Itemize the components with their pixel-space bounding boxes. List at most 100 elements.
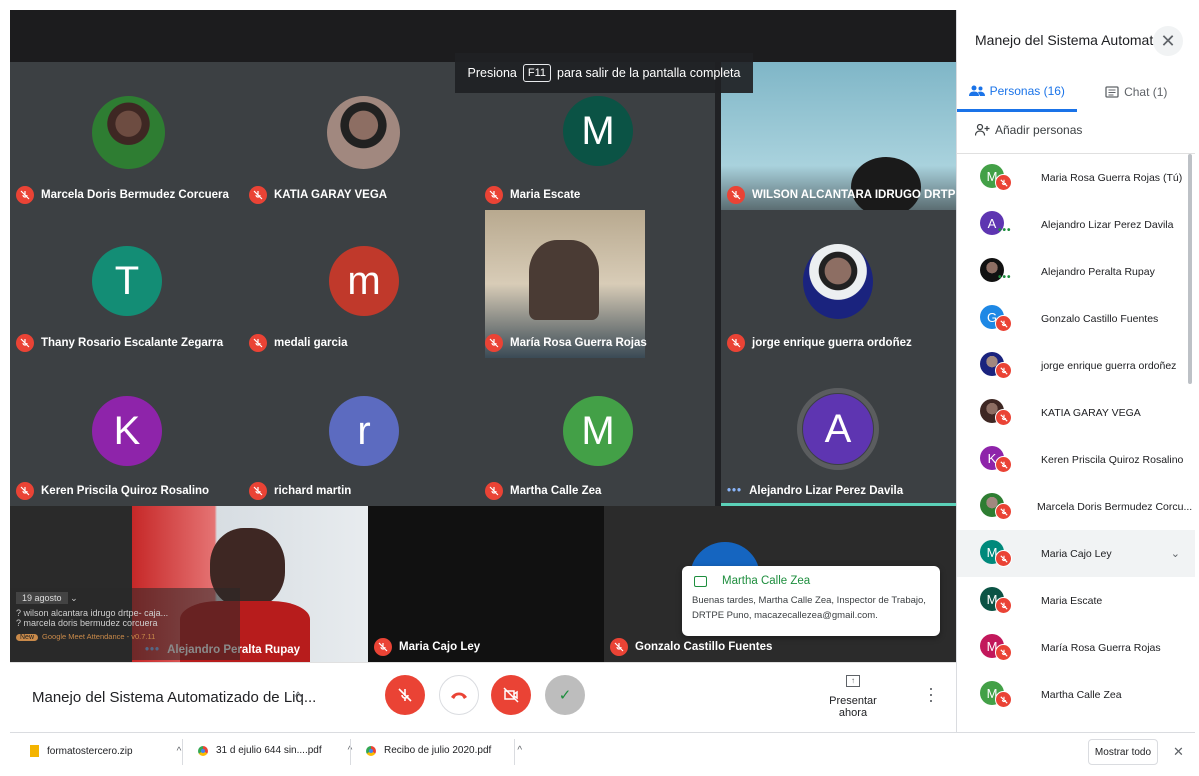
tab-chat[interactable]: Chat (1) xyxy=(1077,72,1196,112)
people-icon xyxy=(968,85,985,96)
tile-name: ••• Alejandro Lizar Perez Davila xyxy=(727,485,904,497)
mic-off-icon xyxy=(485,482,503,500)
zip-file-icon xyxy=(30,745,39,757)
mic-off-icon xyxy=(16,482,34,500)
chat-notification[interactable]: Martha Calle Zea Buenas tardes, Martha C… xyxy=(682,566,940,636)
mic-off-icon xyxy=(995,362,1012,379)
participant-tile[interactable]: Maria Cajo Ley xyxy=(368,506,604,662)
divider xyxy=(350,739,351,765)
mic-off-icon xyxy=(727,186,745,204)
participant-row[interactable]: K Keren Priscila Quiroz Rosalino xyxy=(957,436,1195,483)
participant-list: M Maria Rosa Guerra Rojas (Tú) A ••• Ale… xyxy=(957,154,1195,718)
mic-off-icon xyxy=(995,315,1012,332)
participant-name: Keren Priscila Quiroz Rosalino xyxy=(1041,453,1184,466)
participant-tile[interactable]: WILSON ALCANTARA IDRUGO DRTPE- CAJ... xyxy=(721,62,956,210)
participant-row[interactable]: Marcela Doris Bermudez Corcu... xyxy=(957,483,1195,530)
participant-row[interactable]: M María Rosa Guerra Rojas xyxy=(957,624,1195,671)
attendance-extension-button[interactable]: ✓ xyxy=(545,675,585,715)
tile-name: Gonzalo Castillo Fuentes xyxy=(610,638,772,656)
participant-name: Marcela Doris Bermudez Corcu... xyxy=(1037,500,1193,513)
leave-call-button[interactable] xyxy=(439,675,479,715)
participant-tile[interactable]: A ••• Alejandro Lizar Perez Davila xyxy=(721,358,956,506)
tile-name: medali garcia xyxy=(249,334,348,352)
camera-toggle-button[interactable] xyxy=(491,675,531,715)
participant-row[interactable]: jorge enrique guerra ordoñez xyxy=(957,342,1195,389)
download-item[interactable]: formatostercero.zip ^ xyxy=(30,745,181,757)
divider xyxy=(514,739,515,765)
tile-name: Thany Rosario Escalante Zegarra xyxy=(16,334,223,352)
download-item[interactable]: 31 d ejulio 644 sin....pdf ^ xyxy=(198,745,352,756)
participant-name: Maria Rosa Guerra Rojas (Tú) xyxy=(1041,171,1183,184)
participant-row[interactable]: M Maria Cajo Ley ⌄ xyxy=(957,530,1195,577)
extension-line: ? wilson alcantara idrugo drtpe- caja... xyxy=(16,608,169,618)
participant-name: Alejandro Lizar Perez Davila xyxy=(1041,218,1174,231)
mic-off-icon xyxy=(249,482,267,500)
scrollbar[interactable] xyxy=(1188,154,1192,384)
participant-row[interactable]: A ••• Alejandro Lizar Perez Davila xyxy=(957,201,1195,248)
f11-key: F11 xyxy=(522,64,552,82)
extension-footer: New Google Meet Attendance - v0.7.11 xyxy=(16,632,234,641)
close-icon[interactable]: ✕ xyxy=(1173,744,1184,760)
participant-tile[interactable]: KATIA GARAY VEGA xyxy=(243,62,479,210)
fullscreen-hint-prefix: Presiona xyxy=(467,66,517,80)
chevron-up-icon[interactable]: ^ xyxy=(517,745,522,756)
mic-off-icon xyxy=(16,186,34,204)
participant-tile[interactable]: María Rosa Guerra Rojas xyxy=(479,210,715,358)
tab-people[interactable]: Personas (16) xyxy=(957,72,1077,112)
tile-name: María Rosa Guerra Rojas xyxy=(485,334,647,352)
mic-off-icon xyxy=(485,334,503,352)
fullscreen-hint-suffix: para salir de la pantalla completa xyxy=(557,66,741,80)
mic-off-icon xyxy=(995,503,1012,520)
extension-date[interactable]: 19 agosto xyxy=(16,592,68,604)
chrome-icon xyxy=(198,745,208,756)
chrome-icon xyxy=(366,745,376,756)
toast-sender: Martha Calle Zea xyxy=(722,575,811,587)
participant-row[interactable]: G Gonzalo Castillo Fuentes xyxy=(957,295,1195,342)
meeting-title[interactable]: Manejo del Sistema Automatizado de Liq..… xyxy=(32,689,316,706)
hangup-icon xyxy=(451,692,467,699)
participant-tile[interactable]: T Thany Rosario Escalante Zegarra xyxy=(10,210,243,358)
show-all-button[interactable]: Mostrar todo xyxy=(1088,739,1158,765)
tile-name: richard martin xyxy=(249,482,351,500)
chevron-down-icon[interactable]: ⌄ xyxy=(1171,547,1180,560)
participant-row[interactable]: M Maria Escate xyxy=(957,577,1195,624)
participant-tile[interactable]: K Keren Priscila Quiroz Rosalino xyxy=(10,358,243,506)
add-people-button[interactable]: Añadir personas xyxy=(975,123,1082,137)
participant-name: Alejandro Peralta Rupay xyxy=(1041,265,1155,278)
close-icon[interactable]: ✕ xyxy=(1153,26,1183,56)
participant-tile[interactable]: Marcela Doris Bermudez Corcuera xyxy=(10,62,243,210)
downloads-bar: formatostercero.zip ^ 31 d ejulio 644 si… xyxy=(10,732,1195,770)
mic-toggle-button[interactable] xyxy=(385,675,425,715)
participant-tile[interactable]: r richard martin xyxy=(243,358,479,506)
mic-off-icon xyxy=(16,334,34,352)
chevron-up-icon[interactable]: ^ xyxy=(295,689,301,704)
download-name: 31 d ejulio 644 sin....pdf xyxy=(216,745,322,756)
mic-off-icon xyxy=(727,334,745,352)
participant-tile[interactable]: jorge enrique guerra ordoñez xyxy=(721,210,956,358)
tile-name: Maria Cajo Ley xyxy=(374,638,480,656)
avatar: M xyxy=(563,96,633,166)
speaking-icon: ••• xyxy=(998,225,1012,236)
attendance-extension[interactable]: 19 agosto ⌄ ? wilson alcantara idrugo dr… xyxy=(10,588,240,660)
meeting-controls-bar: Manejo del Sistema Automatizado de Liq..… xyxy=(10,662,956,732)
participant-row[interactable]: M Martha Calle Zea xyxy=(957,671,1195,718)
participant-row[interactable]: M Maria Rosa Guerra Rojas (Tú) xyxy=(957,154,1195,201)
download-item[interactable]: Recibo de julio 2020.pdf ^ xyxy=(366,745,522,756)
more-options-icon[interactable]: · · · xyxy=(928,679,934,709)
avatar: A xyxy=(803,394,873,464)
chevron-down-icon[interactable]: ⌄ xyxy=(70,593,78,603)
participant-name: Maria Escate xyxy=(1041,594,1103,607)
chat-icon xyxy=(694,576,707,587)
mic-off-icon xyxy=(995,597,1012,614)
download-name: Recibo de julio 2020.pdf xyxy=(384,745,492,756)
tile-name: KATIA GARAY VEGA xyxy=(249,186,387,204)
participant-row[interactable]: KATIA GARAY VEGA xyxy=(957,389,1195,436)
participant-name: María Rosa Guerra Rojas xyxy=(1041,641,1161,654)
participant-tile[interactable]: M Martha Calle Zea xyxy=(479,358,715,506)
mic-off-icon xyxy=(995,691,1012,708)
mic-off-icon xyxy=(995,644,1012,661)
participant-tile[interactable]: m medali garcia xyxy=(243,210,479,358)
participant-row[interactable]: ••• Alejandro Peralta Rupay xyxy=(957,248,1195,295)
chevron-up-icon[interactable]: ^ xyxy=(177,746,182,757)
present-now-button[interactable]: ↑ Presentar ahora xyxy=(815,675,891,719)
